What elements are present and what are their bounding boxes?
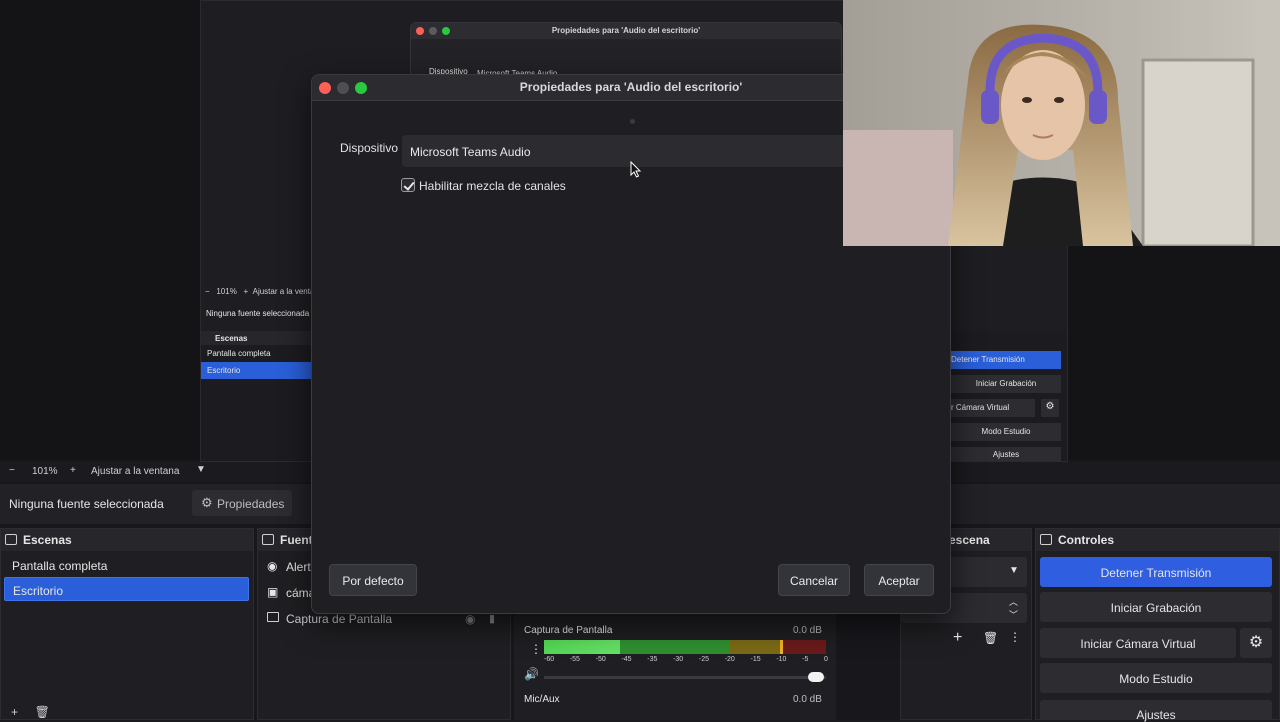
preview-handle-dot [630, 119, 635, 124]
zoom-icon [442, 27, 450, 35]
nested-scenes: Escenas Pantalla completa Escritorio [201, 331, 313, 461]
properties-button[interactable]: ⚙ Propiedades [192, 490, 292, 516]
nested-gear-icon: ⚙ [1041, 399, 1059, 417]
cursor-icon [630, 161, 642, 178]
audio-mixer: Captura de Pantalla 0.0 dB ⋮ -60 -55 -50 -4… [514, 614, 836, 720]
close-icon [416, 27, 424, 35]
zoom-out-button[interactable]: − [9, 465, 15, 476]
stop-stream-button[interactable]: Detener Transmisión [1040, 557, 1272, 587]
nested-controls: Detener Transmisión Iniciar Grabación r … [949, 331, 1067, 461]
device-label: Dispositivo [340, 141, 399, 155]
volume-slider[interactable] [544, 676, 826, 679]
channel-mix-label: Habilitar mezcla de canales [419, 179, 566, 193]
ok-button[interactable]: Aceptar [864, 564, 934, 596]
scene-item[interactable]: Pantalla completa [1, 553, 253, 577]
camera-icon: ▣ [267, 585, 279, 599]
minimize-icon [429, 27, 437, 35]
virtual-camera-button[interactable]: Iniciar Cámara Virtual [1040, 628, 1236, 658]
channel-mix-checkbox[interactable] [401, 178, 415, 192]
start-record-button[interactable]: Iniciar Grabación [1040, 592, 1272, 622]
nested-scenes-title: Escenas [201, 331, 312, 345]
fit-to-window[interactable]: Ajustar a la ventana [91, 466, 179, 477]
nested-zoom-bar: − 101% + Ajustar a la ventana [205, 287, 324, 296]
no-source-label: Ninguna fuente seleccionada [9, 497, 164, 511]
controls-header: Controles [1036, 529, 1279, 551]
meter-scale: -60 -55 -50 -45 -35 -30 -25 -20 -15 -10 -5 0 [544, 656, 828, 663]
nested-stop-stream: Detener Transmisión [951, 351, 1061, 369]
gear-icon: ⚙ [201, 495, 213, 510]
nested-scene-item-selected: Escritorio [201, 362, 312, 379]
add-icon[interactable]: + [953, 629, 962, 647]
volume-meter [544, 640, 826, 654]
chevron-up-icon[interactable]: ︿ [1009, 595, 1018, 608]
dock-icon [262, 534, 274, 545]
chevron-down-icon[interactable]: ▼ [196, 464, 206, 475]
properties-label: Propiedades [217, 497, 285, 511]
source-item[interactable]: Captura de Pantalla [286, 612, 392, 626]
scenes-panel: Escenas Pantalla completa Escritorio + 🗑 [0, 528, 254, 720]
chevron-down-icon[interactable]: ﹀ [1009, 608, 1018, 621]
mixer-track-name: Mic/Aux [524, 694, 560, 705]
volume-slider-handle[interactable] [808, 672, 824, 682]
monitor-icon [267, 612, 279, 622]
background-dialog-title: Propiedades para 'Audio del escritorio' [411, 23, 841, 39]
studio-mode-button[interactable]: Modo Estudio [1040, 663, 1272, 693]
alert-icon: ◉ [267, 559, 278, 573]
dock-icon [5, 534, 17, 545]
nested-scene-item: Pantalla completa [207, 349, 271, 358]
background-properties-dialog: Propiedades para 'Audio del escritorio' … [410, 22, 842, 82]
gear-icon[interactable]: ⚙ [1240, 628, 1272, 658]
nested-no-source: Ninguna fuente seleccionada [206, 309, 310, 318]
zoom-level: 101% [32, 466, 58, 477]
zoom-in-button[interactable]: + [70, 465, 76, 476]
mixer-track-level: 0.0 dB [793, 694, 822, 705]
scenes-header: Escenas [1, 529, 253, 551]
nested-start-record: Iniciar Grabación [951, 375, 1061, 393]
mixer-track-name: Captura de Pantalla [524, 625, 613, 636]
settings-button[interactable]: Ajustes [1040, 700, 1272, 722]
chevron-down-icon: ▼ [1009, 565, 1019, 576]
scene-toolbar: + 🗑 [11, 705, 50, 719]
dock-icon [1040, 534, 1052, 545]
more-icon[interactable]: ⋮ [1009, 630, 1021, 644]
nested-studio-mode: Modo Estudio [951, 423, 1061, 441]
more-icon[interactable]: ⋮ [530, 642, 542, 656]
scene-item-selected[interactable]: Escritorio [4, 577, 249, 601]
mixer-track-level: 0.0 dB [793, 625, 822, 636]
eye-icon[interactable]: ◉ [465, 612, 475, 626]
speaker-icon[interactable]: 🔊 [524, 667, 539, 681]
cancel-button[interactable]: Cancelar [778, 564, 850, 596]
webcam-overlay [843, 0, 1280, 246]
trash-icon[interactable]: 🗑 [983, 631, 998, 645]
nested-virtual-cam: r Cámara Virtual [951, 399, 1035, 417]
nested-settings: Ajustes [951, 447, 1061, 461]
webcam-person-image [843, 0, 1280, 246]
defaults-button[interactable]: Por defecto [329, 564, 417, 596]
